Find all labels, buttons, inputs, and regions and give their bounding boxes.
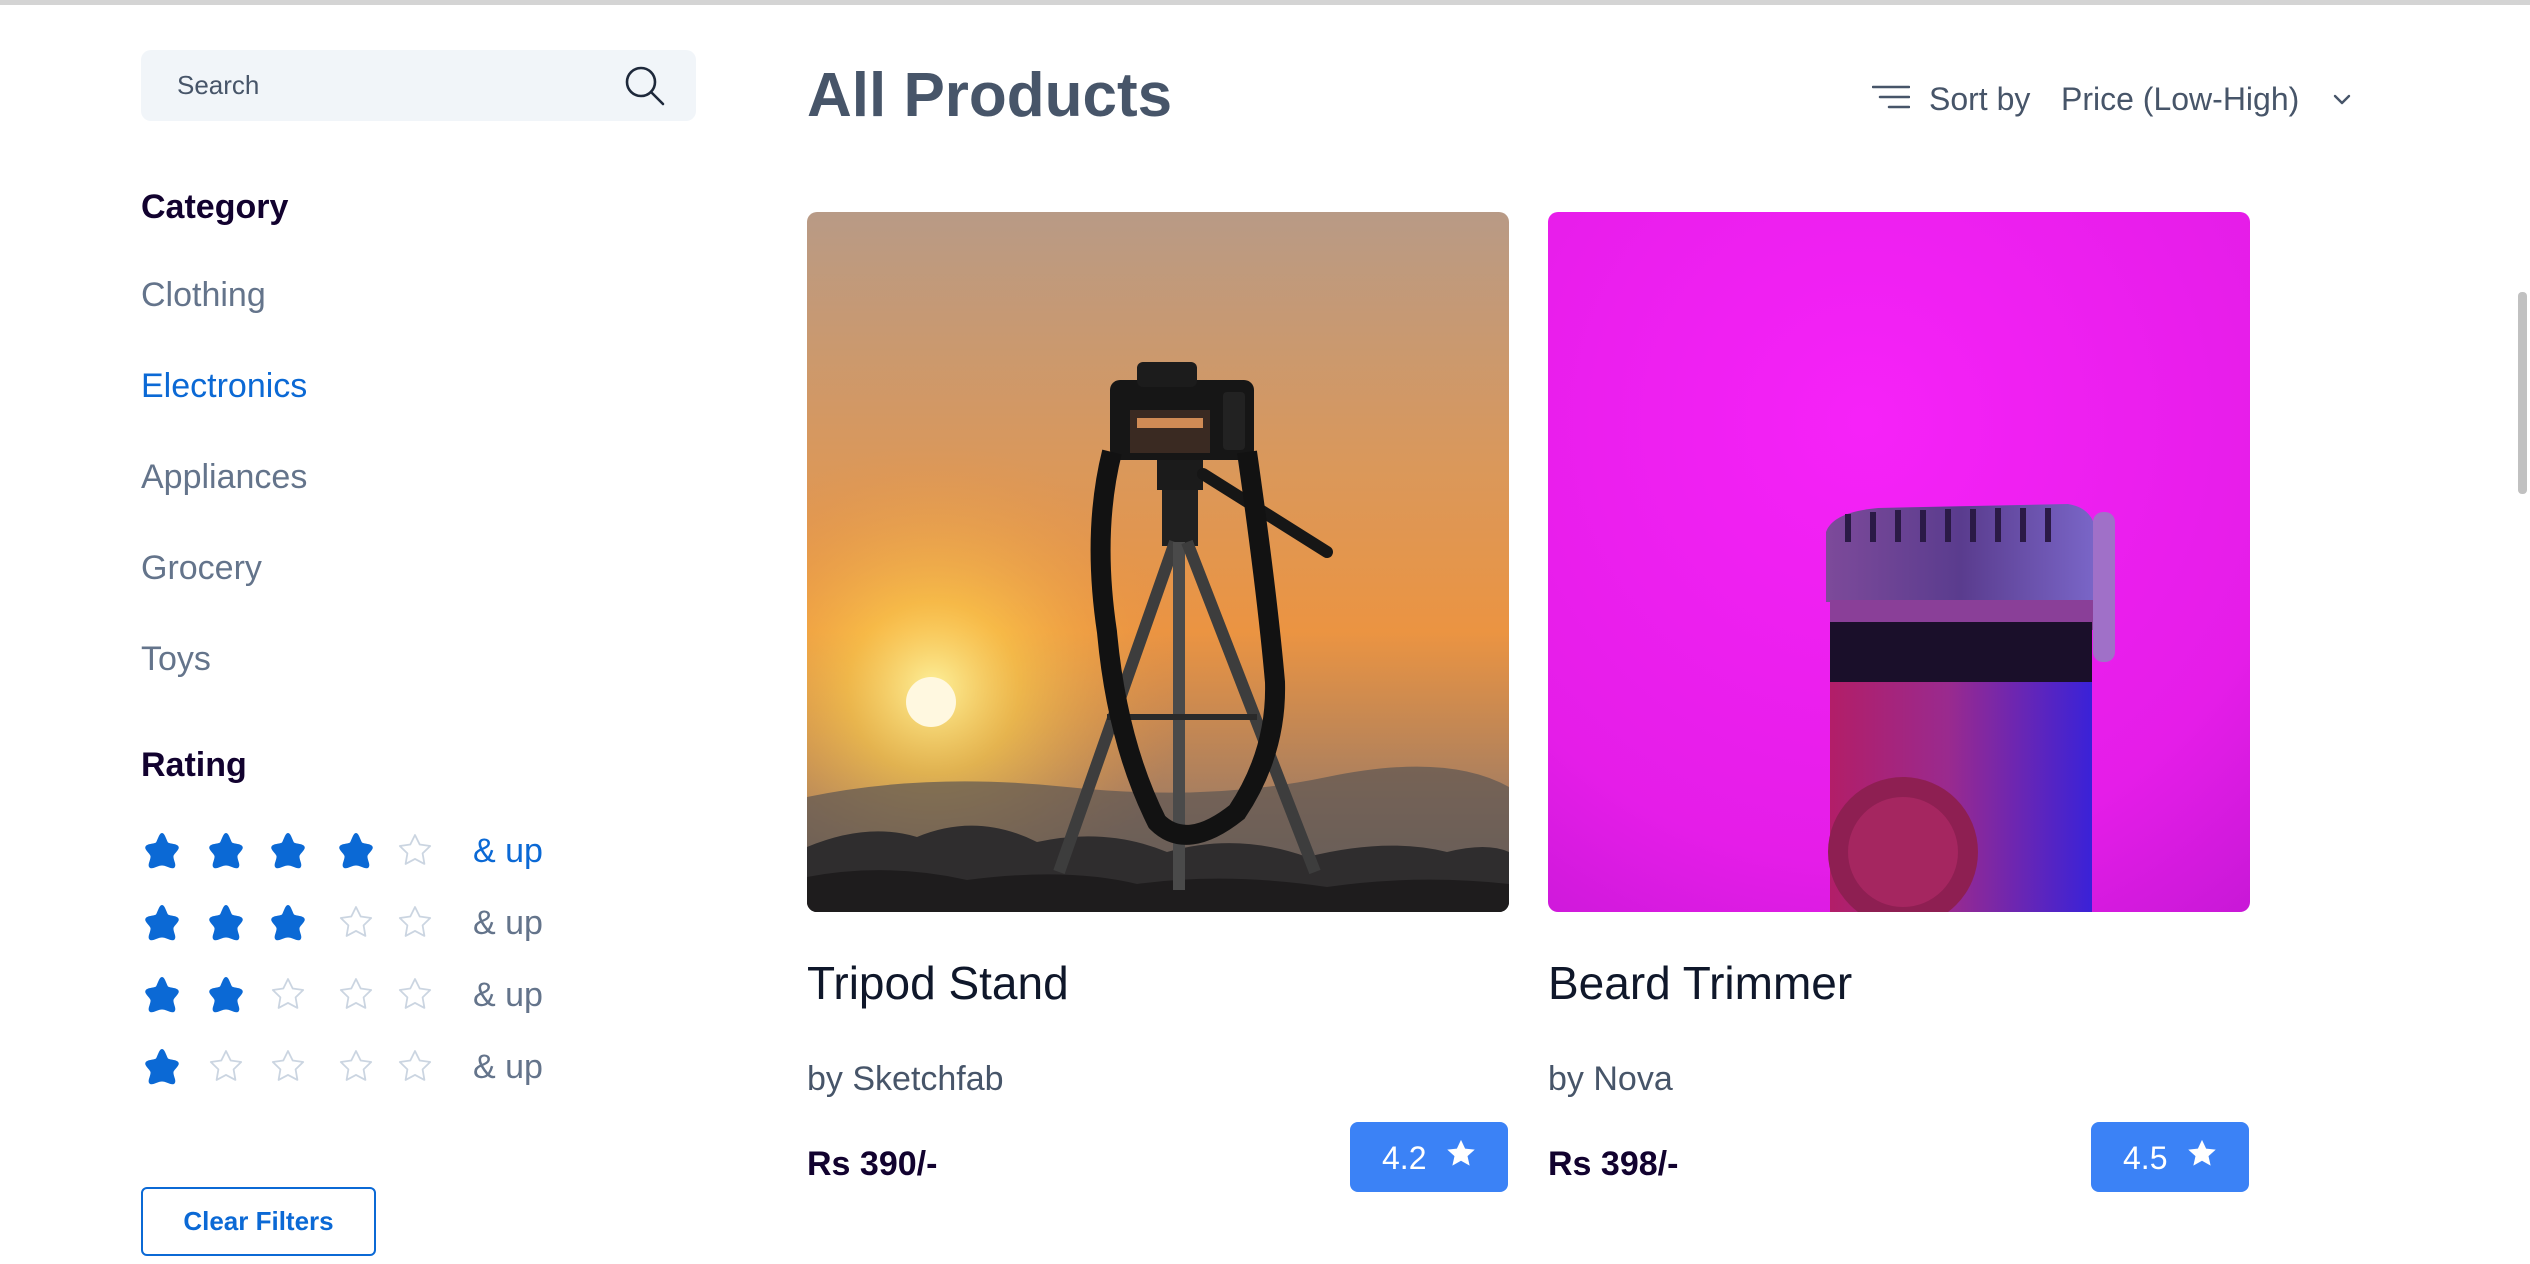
rating-option-2-up[interactable]: & up (141, 970, 561, 1020)
product-brand: by Nova (1548, 1060, 1673, 1098)
star-empty-icon (398, 978, 432, 1009)
star-filled-icon (271, 905, 305, 941)
star-empty-icon (398, 1050, 432, 1081)
star-filled-icon (209, 977, 243, 1013)
product-card[interactable]: Tripod Stand by Sketchfab Rs 390/- 4.2 (807, 212, 1509, 1212)
product-price: Rs 398/- (1548, 1145, 1679, 1183)
star-filled-icon (145, 1049, 179, 1085)
product-brand: by Sketchfab (807, 1060, 1004, 1098)
star-empty-icon (398, 834, 432, 865)
rating-badge-value: 4.5 (2123, 1140, 2168, 1176)
rating-and-up-label: & up (473, 976, 543, 1014)
star-filled-icon (145, 977, 179, 1013)
category-item-grocery[interactable]: Grocery (141, 549, 262, 588)
rating-and-up-label: & up (473, 1048, 543, 1086)
browser-top-border (0, 0, 2530, 5)
product-image-beard-trimmer[interactable] (1548, 212, 2250, 912)
star-empty-icon (339, 1050, 373, 1081)
star-filled-icon (339, 833, 373, 869)
star-empty-icon (271, 978, 305, 1009)
sort-icon (1872, 85, 1910, 109)
star-empty-icon (339, 906, 373, 937)
star-filled-icon (271, 833, 305, 869)
search-input[interactable] (175, 50, 615, 121)
category-item-electronics[interactable]: Electronics (141, 367, 307, 406)
star-filled-icon (145, 905, 179, 941)
star-empty-icon (209, 1050, 243, 1081)
rating-option-1-up[interactable]: & up (141, 1042, 561, 1092)
scrollbar-thumb[interactable] (2518, 292, 2527, 494)
product-title[interactable]: Beard Trimmer (1548, 956, 1852, 1010)
rating-and-up-label: & up (473, 832, 543, 870)
star-empty-icon (398, 906, 432, 937)
category-item-appliances[interactable]: Appliances (141, 458, 307, 497)
search-box (141, 50, 696, 121)
rating-badge-value: 4.2 (1382, 1140, 1427, 1176)
star-filled-icon (145, 833, 179, 869)
star-empty-icon (339, 978, 373, 1009)
rating-option-4-up[interactable]: & up (141, 826, 561, 876)
sort-select[interactable]: Price (Low-High) (2061, 81, 2299, 118)
star-empty-icon (271, 1050, 305, 1081)
rating-badge: 4.5 (2091, 1122, 2249, 1192)
clear-filters-button[interactable]: Clear Filters (141, 1187, 376, 1256)
star-filled-icon (209, 905, 243, 941)
rating-and-up-label: & up (473, 904, 543, 942)
rating-option-3-up[interactable]: & up (141, 898, 561, 948)
rating-badge: 4.2 (1350, 1122, 1508, 1192)
product-image-tripod-stand[interactable] (807, 212, 1509, 912)
search-icon[interactable] (622, 63, 666, 107)
star-filled-icon (209, 833, 243, 869)
chevron-down-icon[interactable] (2331, 89, 2353, 111)
product-card[interactable]: Beard Trimmer by Nova Rs 398/- 4.5 (1548, 212, 2250, 1212)
page-title: All Products (807, 61, 1173, 130)
sort-label: Sort by (1929, 81, 2031, 117)
star-icon (2188, 1139, 2216, 1166)
category-heading: Category (141, 188, 289, 226)
product-title[interactable]: Tripod Stand (807, 956, 1069, 1010)
star-icon (1447, 1139, 1475, 1166)
category-item-toys[interactable]: Toys (141, 640, 211, 679)
category-item-clothing[interactable]: Clothing (141, 276, 266, 315)
product-price: Rs 390/- (807, 1145, 938, 1183)
rating-heading: Rating (141, 746, 247, 784)
